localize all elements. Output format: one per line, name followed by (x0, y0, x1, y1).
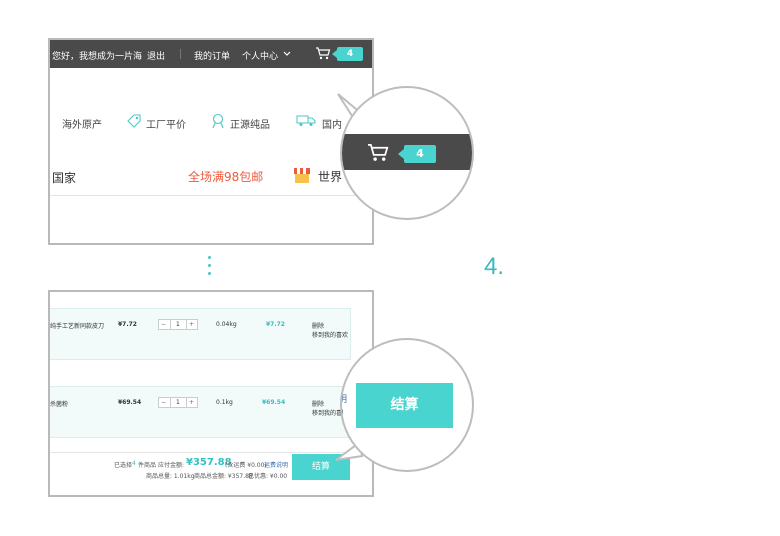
quantity-value[interactable]: 1 (176, 398, 180, 407)
globe-icon (48, 113, 56, 127)
minus-button[interactable]: − (161, 320, 166, 329)
quantity-value[interactable]: 1 (176, 320, 180, 329)
feature-overseas: 海外原产 (62, 116, 102, 131)
discount-amount: 已优惠: ¥0.00 (248, 473, 288, 480)
checkout-zoom-callout: 明 0 结算 (340, 338, 474, 472)
feature-label: 海外原产 (62, 120, 102, 131)
delete-link[interactable]: 删除 (312, 321, 324, 330)
nav-country[interactable]: 国家 (52, 169, 76, 186)
feature-genuine: 正源纯品 (212, 113, 270, 131)
tag-icon (127, 114, 141, 128)
quantity-stepper[interactable]: − 1 + (158, 319, 198, 330)
feature-label: 正源纯品 (230, 120, 270, 131)
nav-world[interactable]: 世界 (318, 168, 342, 185)
item-weight: 0.04kg (216, 321, 237, 328)
unit-price: ¥69.54 (118, 399, 142, 406)
feature-label: 工厂平价 (146, 120, 186, 131)
cart-count-badge: 4 (332, 47, 363, 61)
logout-link[interactable]: 退出 (147, 49, 165, 62)
divider (180, 49, 181, 59)
shipping-note: (含运费 ¥0.00) (225, 462, 267, 469)
selected-suffix: 件商品 (138, 462, 157, 469)
delete-link[interactable]: 删除 (312, 399, 324, 408)
total-goods-amount: 商品总金额: ¥357.88 (194, 473, 253, 480)
truck-icon (296, 115, 316, 126)
product-name[interactable]: 纯手工艺新同款皮刀 (50, 321, 104, 330)
unit-price: ¥7.72 (118, 321, 137, 328)
cart-icon[interactable] (366, 142, 390, 162)
product-name[interactable]: 杀菌粉 (50, 399, 68, 408)
item-weight: 0.1kg (216, 399, 233, 406)
quantity-stepper[interactable]: − 1 + (158, 397, 198, 408)
checkout-button[interactable]: 结算 (356, 383, 453, 428)
greeting-text: 您好，我想成为一片海 (52, 52, 143, 62)
connector-dot (208, 264, 211, 267)
feature-factory-price: 工厂平价 (127, 114, 186, 131)
shipping-info-link[interactable]: 运费说明 (264, 460, 288, 469)
selected-prefix: 已选择 (114, 462, 133, 469)
top-bar: 您好，我想成为一片海 退出 我的订单 个人中心 4 (50, 40, 372, 68)
item-subtotal: ¥69.54 (262, 399, 286, 406)
connector-dot (208, 272, 211, 275)
selected-count: 4 (132, 460, 136, 467)
promo-text[interactable]: 全场满98包邮 (188, 168, 263, 185)
personal-center-link[interactable]: 个人中心 (242, 49, 278, 62)
badge-icon (212, 113, 224, 129)
cart-row: 纯手工艺新同款皮刀 ¥7.72 − 1 + 0.04kg ¥7.72 删除 移到… (50, 308, 351, 360)
minus-button[interactable]: − (161, 398, 166, 407)
divider (50, 195, 372, 196)
cart-screenshot-panel: 纯手工艺新同款皮刀 ¥7.72 − 1 + 0.04kg ¥7.72 删除 移到… (48, 290, 374, 497)
plus-button[interactable]: + (189, 398, 194, 407)
payable-label: 应付金额: (158, 462, 185, 469)
cart-icon[interactable] (315, 46, 331, 60)
plus-button[interactable]: + (189, 320, 194, 329)
chevron-down-icon (283, 51, 291, 56)
item-subtotal: ¥7.72 (266, 321, 285, 328)
connector-dot (208, 256, 211, 259)
cart-zoom-callout: 4 (340, 86, 474, 220)
shop-awning-icon (294, 168, 310, 183)
cropped-link-text: 0 (342, 408, 344, 418)
step-number: 4. (484, 253, 505, 280)
cart-count-badge: 4 (398, 145, 436, 163)
move-to-favorites-link[interactable]: 移到我的喜欢 (312, 330, 348, 339)
header-screenshot-panel: 您好，我想成为一片海 退出 我的订单 个人中心 4 海外原产 工厂平价 正源纯品… (48, 38, 374, 245)
total-weight: 商品总量: 1.01kg (146, 473, 195, 480)
cart-row: 杀菌粉 ¥69.54 − 1 + 0.1kg ¥69.54 删除 移到我的喜欢 (50, 386, 351, 438)
cropped-link-text: 明 (342, 392, 347, 405)
my-orders-link[interactable]: 我的订单 (194, 49, 230, 62)
